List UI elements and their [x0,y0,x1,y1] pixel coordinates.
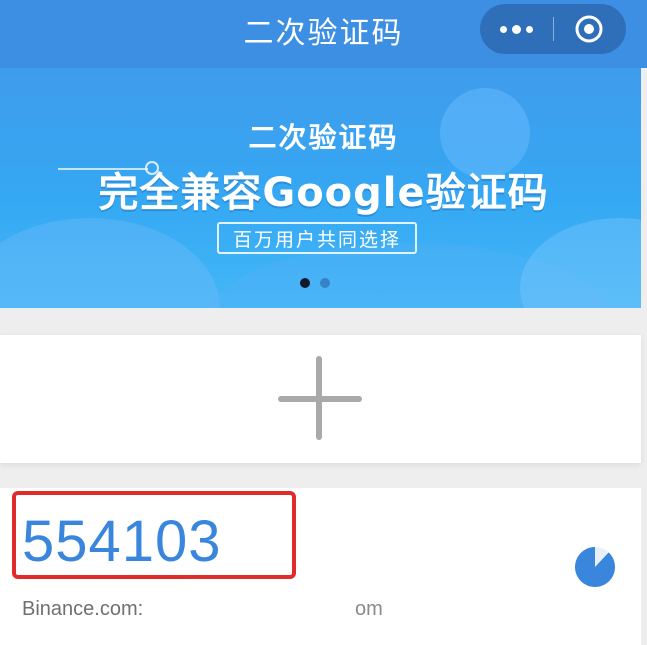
banner-decoration [520,218,641,308]
more-dots-icon[interactable] [480,4,552,54]
nav-header: 二次验证码 [0,0,647,68]
account-label-tail: om [355,598,383,620]
mini-program-capsule [480,4,626,54]
banner-headline: 完全兼容Google验证码 [98,170,549,216]
carousel-dot[interactable] [320,278,330,288]
carousel-indicator [300,278,330,288]
target-icon[interactable] [574,14,604,44]
banner-decoration [0,218,220,308]
account-label: Binance.com: [22,598,144,620]
banner-subtitle: 二次验证码 [248,121,399,154]
carousel-dot-active[interactable] [300,278,310,288]
plus-icon-bar[interactable] [278,396,362,402]
countdown-pie-icon [574,547,615,587]
code-highlight-annotation [12,491,296,579]
banner-tag: 百万用户共同选择 [217,222,417,254]
capsule-divider [553,17,554,41]
redacted-account [178,590,348,632]
countdown-remaining [574,547,615,587]
